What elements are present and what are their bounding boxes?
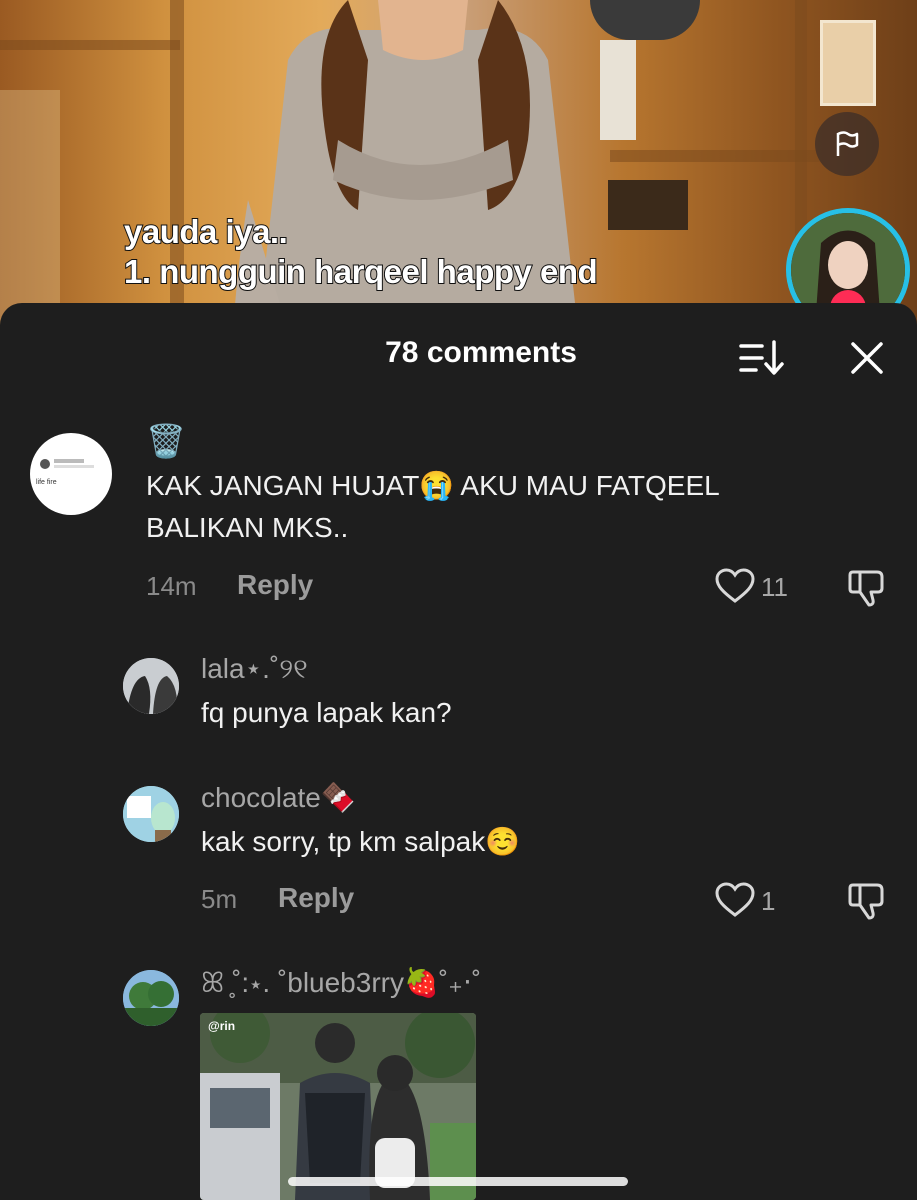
comment-time: 5m [201,884,238,914]
heart-icon[interactable] [715,882,755,918]
attachment-photo [200,1013,476,1200]
caption-line-2: 1. nungguin harqeel happy end [123,252,599,291]
reply-avatar-image [123,658,179,714]
reply-username[interactable]: ꕤ ̥˚:⋆. ˚blueb3rry🍓˚₊‧˚ [201,966,481,1000]
heart-icon[interactable] [715,568,755,604]
comment-text: KAK JANGAN HUJAT😭 AKU MAU FATQEEL BALIKA… [146,470,719,543]
reply-username[interactable]: chocolate🍫 [201,781,356,814]
caption-line-1: yauda iya.. [123,212,289,251]
reply-text: kak sorry, tp km salpak☺️ [201,826,521,857]
video-background[interactable]: yauda iya.. 1. nungguin harqeel happy en… [0,0,917,330]
reply-text: fq punya lapak kan? [201,697,452,728]
comment-avatar[interactable]: life fire [30,433,112,515]
reply-avatar[interactable] [123,970,179,1026]
like-count: 1 [761,886,776,916]
like-count: 11 [761,572,788,602]
dislike-icon[interactable] [847,881,887,921]
avatar-caption: life fire [36,479,57,486]
book [608,180,688,230]
attachment-watermark: @rin [208,1019,236,1033]
flag-icon [836,131,859,156]
reply-button[interactable]: Reply [278,882,354,914]
close-icon[interactable] [848,339,886,377]
comment-image-attachment[interactable]: @rin [200,1013,476,1200]
home-indicator[interactable] [288,1177,628,1186]
comments-count-text: 78 comments [385,336,577,369]
picture-frame [820,20,876,106]
comment-time: 14m [146,571,197,601]
avatar-line [54,465,94,468]
reply-username[interactable]: lala⋆.˚୨୧ [201,652,308,686]
reply-avatar-image [123,786,179,842]
reply-avatar-image [123,970,179,1026]
video-caption: yauda iya.. 1. nungguin harqeel happy en… [123,212,599,292]
avatar-line [54,459,84,463]
reply-button[interactable]: Reply [237,569,313,601]
reply-avatar[interactable] [123,658,179,714]
lamp-base [600,40,636,140]
comment-username[interactable]: 🗑️ [146,422,186,460]
glass-panel [0,90,60,330]
reply-avatar[interactable] [123,786,179,842]
dislike-icon[interactable] [847,568,887,608]
report-button[interactable] [815,112,879,176]
avatar-dot [40,459,50,469]
sort-icon[interactable] [738,338,784,378]
